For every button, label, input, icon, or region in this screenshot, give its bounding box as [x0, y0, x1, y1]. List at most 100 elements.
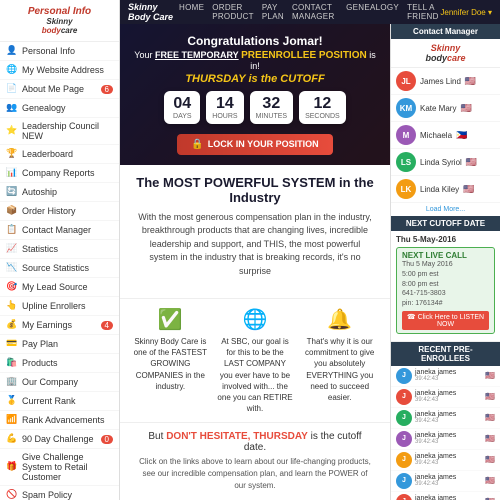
sidebar-icon-18: 🥇 [6, 395, 18, 407]
preenrollee-flag-4: 🇺🇸 [485, 455, 495, 464]
col-icon-2: 🔔 [301, 307, 378, 332]
sidebar-item-13[interactable]: 👆 Upline Enrollers [0, 297, 119, 316]
preenrollee-item-1[interactable]: J janeka james 39:42:43 🇺🇸 [391, 387, 500, 408]
sidebar-item-12[interactable]: 🎯 My Lead Source [0, 278, 119, 297]
topnav-link-home[interactable]: HOME [179, 3, 204, 21]
sidebar-label-2: About Me Page [22, 84, 97, 94]
preenrollee-time-3: 39:42:43 [415, 439, 482, 445]
contact-avatar-4: LK [396, 179, 416, 199]
preenrollee-info-1: janeka james 39:42:43 [415, 390, 482, 403]
contact-avatar-1: KM [396, 98, 416, 118]
sidebar-icon-13: 👆 [6, 300, 18, 312]
sidebar-item-21[interactable]: 🎁 Give Challenge System to Retail Custom… [0, 449, 119, 486]
content-area: Congratulations Jomar! Your FREE TEMPORA… [120, 24, 500, 500]
contacts-load-more[interactable]: Load More... [391, 203, 500, 216]
left-sidebar: Personal Info Skinnybodycare 👤 Personal … [0, 0, 120, 500]
sidebar-icon-3: 👥 [6, 102, 18, 114]
topnav-link-contact-manager[interactable]: CONTACT MANAGER [292, 3, 338, 21]
preenrollee-item-3[interactable]: J janeka james 39:42:43 🇺🇸 [391, 429, 500, 450]
dont-hesitate-section: But DON'T HESITATE, THURSDAY is the cuto… [120, 423, 390, 500]
topnav-user[interactable]: Jennifer Doe ▾ [440, 8, 492, 17]
contact-flag-0: 🇺🇸 [465, 76, 476, 87]
topnav-link-genealogy[interactable]: GENEALOGY [346, 3, 399, 21]
sidebar-item-17[interactable]: 🏢 Our Company [0, 373, 119, 392]
countdown-hours: 14 HOURS [206, 91, 243, 124]
contact-item-2[interactable]: M Michaela 🇵🇭 [391, 122, 500, 149]
right-logo-text: Skinnybodycare [395, 43, 496, 63]
preenrollee-name-6: janeka james [415, 495, 482, 500]
sidebar-icon-22: 🚫 [6, 489, 18, 500]
sidebar-item-7[interactable]: 🔄 Autoship [0, 183, 119, 202]
preenrollee-flag-3: 🇺🇸 [485, 434, 495, 443]
preenrollee-time-0: 39:42:43 [415, 376, 482, 382]
contact-item-1[interactable]: KM Kate Mary 🇺🇸 [391, 95, 500, 122]
sidebar-item-20[interactable]: 💪 90 Day Challenge 0 [0, 430, 119, 449]
contact-item-3[interactable]: LS Linda Syriol 🇺🇸 [391, 149, 500, 176]
preenrollee-avatar-1: J [396, 389, 412, 405]
preenrollee-time-4: 39:42:43 [415, 460, 482, 466]
sidebar-item-2[interactable]: 📄 About Me Page 6 [0, 80, 119, 99]
sidebar-item-16[interactable]: 🛍️ Products [0, 354, 119, 373]
topnav-logo: SkinnyBody Care [128, 2, 173, 22]
topnav-link-pay-plan[interactable]: PAY PLAN [262, 3, 284, 21]
preenrollee-name-3: janeka james [415, 432, 482, 439]
sidebar-item-14[interactable]: 💰 My Earnings 4 [0, 316, 119, 335]
preenrollee-name-4: janeka james [415, 453, 482, 460]
countdown-seconds: 12 SECONDS [299, 91, 346, 124]
sidebar-logo-text: Personal Info [4, 6, 115, 17]
preenrollee-item-2[interactable]: J janeka james 39:42:43 🇺🇸 [391, 408, 500, 429]
congrats-banner: Congratulations Jomar! Your FREE TEMPORA… [120, 24, 390, 165]
sidebar-label-6: Company Reports [22, 168, 113, 178]
sidebar-item-3[interactable]: 👥 Genealogy [0, 99, 119, 118]
lock-icon: 🔒 [191, 139, 203, 150]
preenrollee-item-5[interactable]: J janeka james 39:42:43 🇺🇸 [391, 471, 500, 492]
contact-item-0[interactable]: JL James Lind 🇺🇸 [391, 68, 500, 95]
preenrollee-item-0[interactable]: J janeka james 39:42:43 🇺🇸 [391, 366, 500, 387]
minutes-number: 32 [256, 95, 288, 113]
listen-now-button[interactable]: ☎ Click Here to LISTEN NOW [402, 311, 489, 330]
system-title: The MOST POWERFUL SYSTEM in the Industry [136, 175, 374, 205]
preenrollee-item-6[interactable]: J janeka james 39:42:43 🇺🇸 [391, 492, 500, 500]
lock-position-button[interactable]: 🔒 LOCK IN YOUR POSITION [177, 134, 332, 155]
sidebar-item-22[interactable]: 🚫 Spam Policy [0, 486, 119, 500]
preenrollee-time-1: 39:42:43 [415, 397, 482, 403]
sidebar-label-22: Spam Policy [22, 490, 113, 500]
sidebar-item-8[interactable]: 📦 Order History [0, 202, 119, 221]
preenrollee-item-4[interactable]: J janeka james 39:42:43 🇺🇸 [391, 450, 500, 471]
col-icon-1: 🌐 [217, 307, 294, 332]
sidebar-item-11[interactable]: 📉 Source Statistics [0, 259, 119, 278]
contact-avatar-2: M [396, 125, 416, 145]
sidebar-item-10[interactable]: 📈 Statistics [0, 240, 119, 259]
sidebar-label-14: My Earnings [22, 320, 97, 330]
sidebar-item-5[interactable]: 🏆 Leaderboard [0, 145, 119, 164]
sidebar-icon-1: 🌐 [6, 64, 18, 76]
col-item-1: 🌐 At SBC, our goal is for this to be the… [217, 307, 294, 414]
sidebar-icon-12: 🎯 [6, 281, 18, 293]
sidebar-item-4[interactable]: ⭐ Leadership Council NEW [0, 118, 119, 145]
contact-item-4[interactable]: LK Linda Kiley 🇺🇸 [391, 176, 500, 203]
sidebar-label-7: Autoship [22, 187, 113, 197]
cutoff-section-title: NEXT CUTOFF DATE [391, 216, 500, 231]
sidebar-item-6[interactable]: 📊 Company Reports [0, 164, 119, 183]
sidebar-item-15[interactable]: 💳 Pay Plan [0, 335, 119, 354]
preenrollee-avatar-4: J [396, 452, 412, 468]
sidebar-icon-5: 🏆 [6, 148, 18, 160]
cutoff-date: Thu 5-May-2016 [396, 235, 495, 244]
sidebar-icon-6: 📊 [6, 167, 18, 179]
topnav-link-tell-a-friend[interactable]: TELL A FRIEND [407, 3, 440, 21]
lock-label: LOCK IN YOUR POSITION [208, 139, 319, 149]
sidebar-item-9[interactable]: 📋 Contact Manager [0, 221, 119, 240]
top-navigation: SkinnyBody Care HOME ORDER PRODUCT PAY PLA… [120, 0, 500, 24]
sidebar-item-18[interactable]: 🥇 Current Rank [0, 392, 119, 411]
sidebar-icon-19: 📶 [6, 414, 18, 426]
preenrollee-info-6: janeka james 39:42:43 [415, 495, 482, 500]
col-item-0: ✅ Skinny Body Care is one of the FASTEST… [132, 307, 209, 414]
sidebar-label-12: My Lead Source [22, 282, 113, 292]
sidebar-item-0[interactable]: 👤 Personal Info [0, 42, 119, 61]
sidebar-logo-brand: Skinnybodycare [4, 17, 115, 35]
sidebar-item-19[interactable]: 📶 Rank Advancements [0, 411, 119, 430]
sidebar-item-1[interactable]: 🌐 My Website Address [0, 61, 119, 80]
contact-flag-1: 🇺🇸 [460, 103, 471, 114]
topnav-link-order-product[interactable]: ORDER PRODUCT [212, 3, 254, 21]
right-sidebar: Contact Manager Skinnybodycare JL James … [390, 24, 500, 500]
